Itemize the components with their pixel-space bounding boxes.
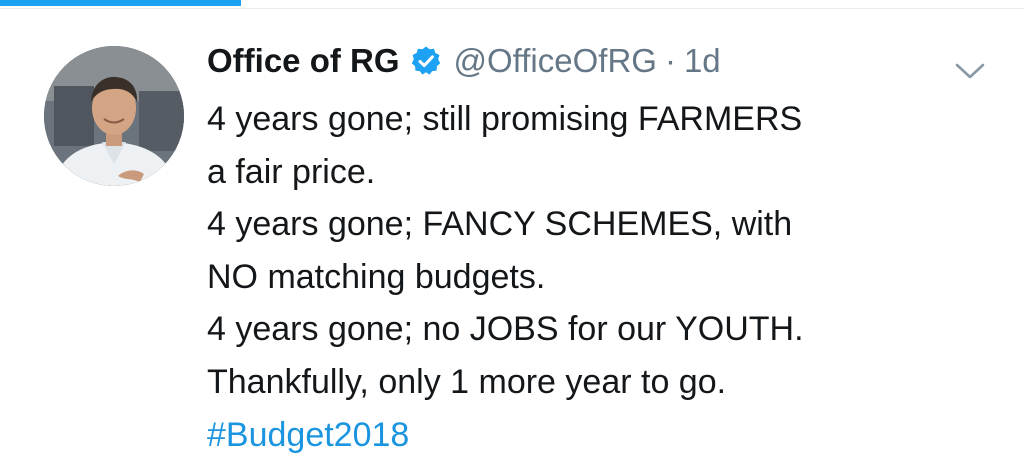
avatar[interactable] — [44, 46, 184, 186]
timestamp[interactable]: 1d — [684, 42, 721, 80]
loading-progress-bar — [0, 0, 241, 6]
tweet-header: Office of RG @OfficeOfRG · 1d — [207, 39, 721, 83]
tweet-text-line: 4 years gone; no JOBS for our YOUTH. — [207, 310, 804, 349]
hashtag-link[interactable]: #Budget2018 — [207, 409, 997, 462]
tweet-text-line: a fair price. — [207, 152, 376, 191]
tweet-text-line: 4 years gone; FANCY SCHEMES, with — [207, 205, 793, 244]
tweet-text-line: Thankfully, only 1 more year to go. — [207, 362, 727, 401]
chevron-down-icon[interactable] — [953, 60, 987, 82]
profile-photo — [44, 46, 184, 186]
separator-dot: · — [664, 42, 676, 79]
tweet-text-line: NO matching budgets. — [207, 257, 546, 296]
tweet-card[interactable]: Office of RG @OfficeOfRG · 1d 4 years go… — [0, 9, 1024, 466]
display-name[interactable]: Office of RG — [207, 42, 400, 80]
user-handle[interactable]: @OfficeOfRG — [454, 42, 657, 80]
verified-badge-icon — [410, 45, 442, 77]
tweet-text: 4 years gone; still promising FARMERS a … — [207, 93, 997, 461]
top-loading-strip — [0, 0, 1024, 9]
tweet-text-line: 4 years gone; still promising FARMERS — [207, 100, 803, 138]
